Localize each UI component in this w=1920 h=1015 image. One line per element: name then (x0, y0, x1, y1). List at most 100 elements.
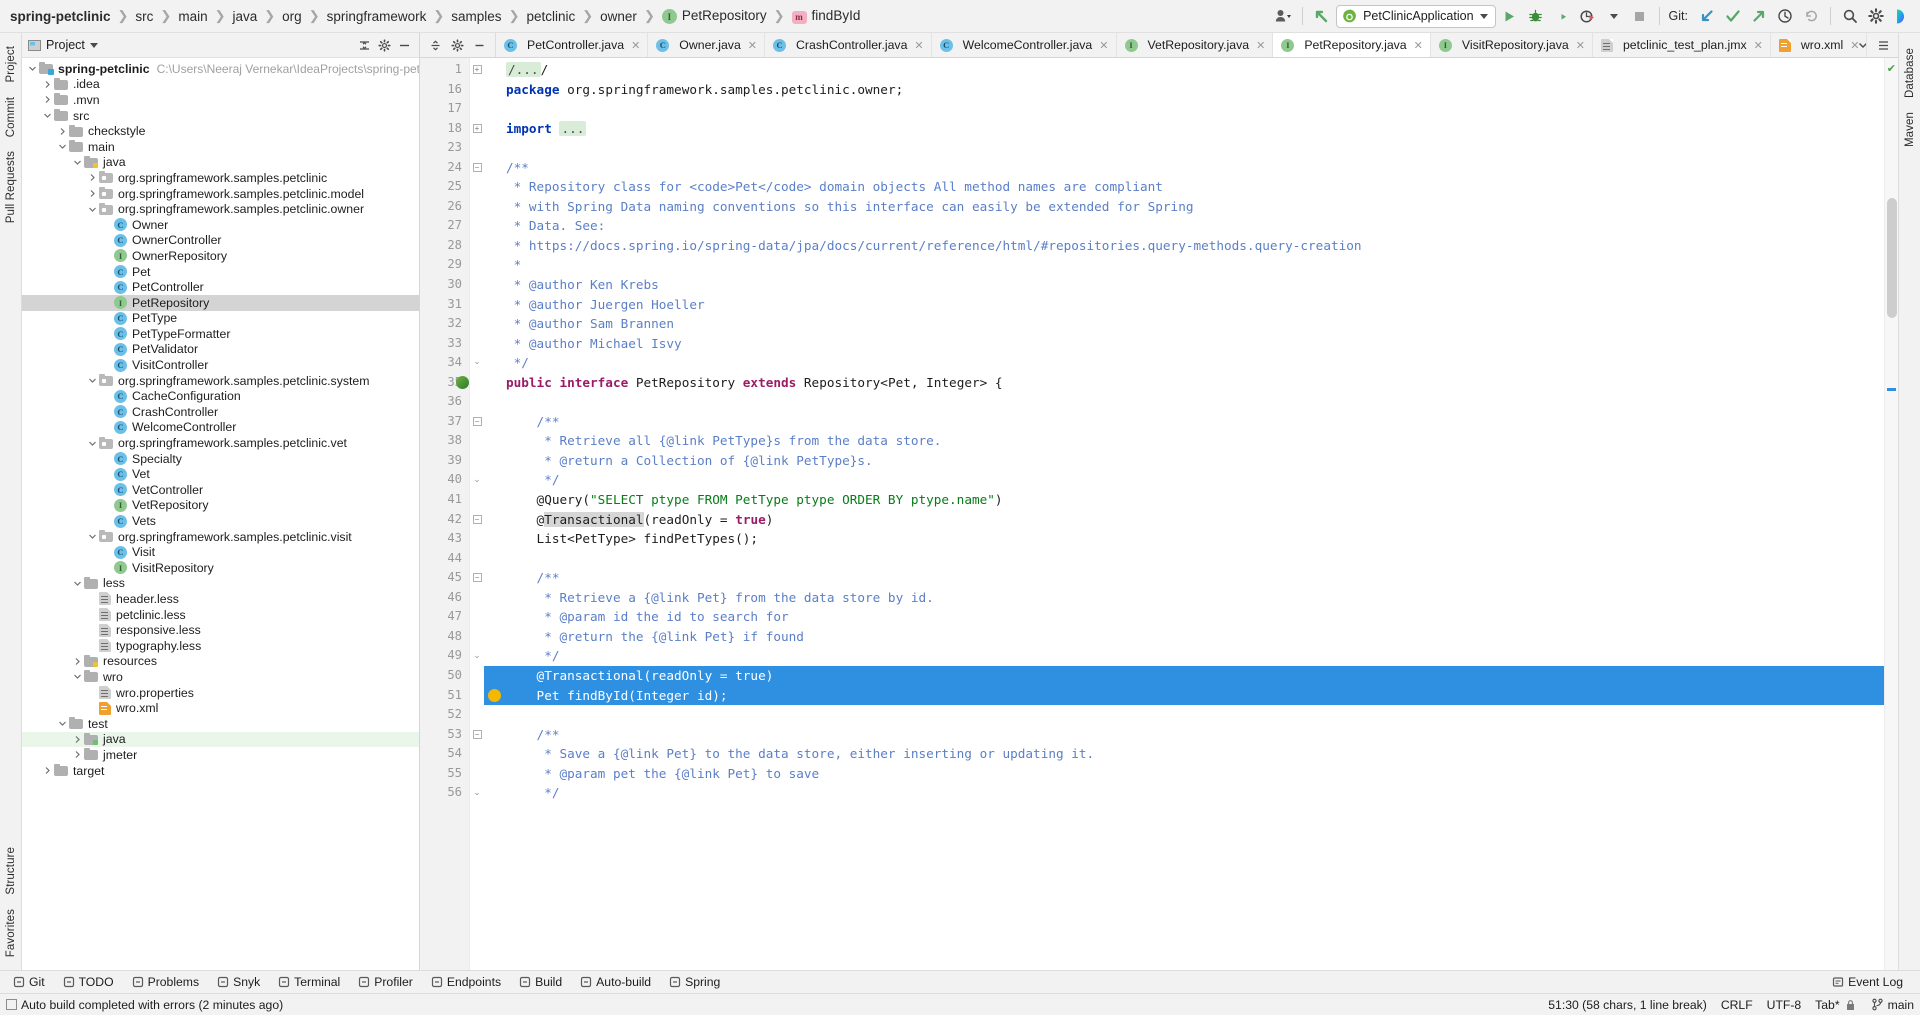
debug-icon[interactable] (1524, 4, 1548, 28)
tree-node[interactable]: typography.less (22, 638, 419, 654)
code-line[interactable]: /** (484, 158, 1884, 178)
line-number[interactable]: 48 (420, 627, 469, 647)
editor-gutter[interactable]: 1 16 17 18 23 24 25 26 27 28 29 30 31 32 33 34 35 36 37 38 3… (420, 58, 470, 970)
tree-node[interactable]: java (22, 731, 419, 748)
project-tree[interactable]: spring-petclinic C:\Users\Neeraj Vernekar… (22, 58, 419, 970)
tree-node[interactable]: C PetTypeFormatter (22, 326, 419, 342)
chevron-down-icon[interactable] (71, 672, 84, 681)
line-number[interactable]: 55 (420, 764, 469, 784)
close-icon[interactable]: ✕ (1576, 39, 1585, 52)
fold-marker[interactable]: ⌄ (470, 470, 484, 490)
rail-button-structure[interactable]: Structure (5, 840, 17, 902)
ide-assistant-icon[interactable] (1890, 4, 1914, 28)
tree-node[interactable]: C WelcomeController (22, 420, 419, 436)
breadcrumb-item-petclinic[interactable]: petclinic (524, 9, 577, 24)
code-line[interactable]: * https://docs.spring.io/spring-data/jpa… (484, 236, 1884, 256)
update-project-icon[interactable] (1310, 4, 1334, 28)
line-number[interactable]: 47 (420, 607, 469, 627)
line-number[interactable]: 50 (420, 666, 469, 686)
code-line[interactable]: @Transactional(readOnly = true) (484, 510, 1884, 530)
line-number[interactable]: 32 (420, 314, 469, 334)
breadcrumb-item-org[interactable]: org (280, 9, 304, 24)
editor-code-content[interactable]: /... / package org.springframework.samples… (484, 58, 1884, 970)
chevron-down-icon[interactable] (86, 376, 99, 385)
tree-node[interactable]: src (22, 108, 419, 124)
tree-node[interactable]: org.springframework.samples.petclinic.vi… (22, 529, 419, 545)
tree-node[interactable]: wro.properties (22, 685, 419, 701)
line-number[interactable]: 18 (420, 119, 469, 139)
fold-marker[interactable]: − (470, 510, 484, 530)
editor-fold-column[interactable]: + + − ⌄ − ⌄ − − ⌄ − ⌄ (470, 58, 484, 970)
chevron-down-icon[interactable] (56, 719, 69, 728)
rail-button-database[interactable]: Database (1904, 41, 1916, 105)
code-line[interactable] (484, 138, 1884, 158)
breadcrumb-item-petrepository[interactable]: I PetRepository (660, 8, 769, 25)
code-line[interactable]: @Query("SELECT ptype FROM PetType ptype … (484, 490, 1884, 510)
close-icon[interactable]: ✕ (1850, 39, 1859, 52)
tree-node[interactable]: I VetRepository (22, 498, 419, 514)
tree-node[interactable]: spring-petclinic C:\Users\Neeraj Vernekar… (22, 61, 419, 77)
rail-button-project[interactable]: Project (5, 39, 17, 90)
tree-node[interactable]: resources (22, 654, 419, 670)
tree-node[interactable]: org.springframework.samples.petclinic.sy… (22, 373, 419, 389)
close-icon[interactable]: ✕ (1754, 39, 1763, 52)
tool-window-profiler[interactable]: Profiler (349, 975, 422, 989)
code-line[interactable]: /... / (484, 60, 1884, 80)
run-coverage-icon[interactable] (1550, 4, 1574, 28)
chevron-right-icon[interactable] (86, 189, 99, 198)
fold-marker[interactable]: ⌄ (470, 353, 484, 373)
tree-node[interactable]: C OwnerController (22, 233, 419, 249)
editor-more-icon[interactable] (1877, 39, 1890, 52)
tree-node[interactable]: C Vets (22, 513, 419, 529)
line-number[interactable]: 41 (420, 490, 469, 510)
code-line[interactable]: */ (484, 353, 1884, 373)
editor-scrollbar-thumb[interactable] (1887, 198, 1897, 318)
code-line[interactable]: * @return a Collection of {@link PetType… (484, 451, 1884, 471)
collapse-all-icon[interactable] (429, 39, 442, 52)
tree-node[interactable]: test (22, 716, 419, 732)
git-rollback-icon[interactable] (1799, 4, 1823, 28)
run-icon[interactable] (1498, 4, 1522, 28)
chevron-down-icon[interactable] (86, 532, 99, 541)
tree-node[interactable]: jmeter (22, 747, 419, 763)
editor-tab-petclinic-test-plan-jmx[interactable]: petclinic_test_plan.jmx ✕ (1593, 33, 1771, 57)
spring-bean-icon[interactable] (456, 375, 469, 389)
fold-end-icon[interactable]: ⌄ (472, 357, 482, 368)
hide-panel-icon[interactable] (398, 39, 411, 52)
tree-node[interactable]: C PetValidator (22, 342, 419, 358)
code-line[interactable]: * @param pet the {@link Pet} to save (484, 764, 1884, 784)
line-number[interactable]: 26 (420, 197, 469, 217)
editor-tab-wro-xml[interactable]: wro.xml ✕ (1771, 33, 1868, 57)
profiler-icon[interactable] (1576, 4, 1600, 28)
tree-node[interactable]: I VisitRepository (22, 560, 419, 576)
line-number[interactable]: 36 (420, 392, 469, 412)
tool-window-git[interactable]: Git (4, 975, 54, 989)
git-commit-icon[interactable] (1721, 4, 1745, 28)
rail-button-commit[interactable]: Commit (5, 90, 17, 144)
chevron-down-icon[interactable] (26, 64, 39, 73)
tree-node[interactable]: org.springframework.samples.petclinic.ve… (22, 435, 419, 451)
fold-collapse-icon[interactable]: − (472, 163, 482, 172)
line-number[interactable]: 25 (420, 177, 469, 197)
indent-setting[interactable]: Tab* (1815, 998, 1856, 1012)
chevron-down-icon[interactable] (71, 158, 84, 167)
chevron-down-icon[interactable] (86, 439, 99, 448)
close-icon[interactable]: ✕ (1256, 39, 1265, 52)
build-status[interactable]: Auto build completed with errors (2 minu… (6, 998, 283, 1012)
line-number[interactable]: 56 (420, 783, 469, 803)
tree-node[interactable]: C Specialty (22, 451, 419, 467)
line-number[interactable]: 34 (420, 353, 469, 373)
profiler-dropdown-icon[interactable] (1602, 4, 1626, 28)
tree-node[interactable]: .idea (22, 77, 419, 93)
expand-collapse-icon[interactable] (358, 39, 371, 52)
fold-marker[interactable]: ⌄ (470, 646, 484, 666)
fold-end-icon[interactable]: ⌄ (472, 787, 482, 798)
fold-collapse-icon[interactable]: − (472, 729, 482, 739)
chevron-right-icon[interactable] (56, 127, 69, 136)
tree-node[interactable]: C CacheConfiguration (22, 388, 419, 404)
line-separator[interactable]: CRLF (1721, 998, 1753, 1012)
line-number[interactable]: 24 (420, 158, 469, 178)
code-line[interactable]: /** (484, 412, 1884, 432)
tool-window-todo[interactable]: TODO (54, 975, 123, 989)
code-line[interactable]: * Repository class for <code>Pet</code> … (484, 177, 1884, 197)
